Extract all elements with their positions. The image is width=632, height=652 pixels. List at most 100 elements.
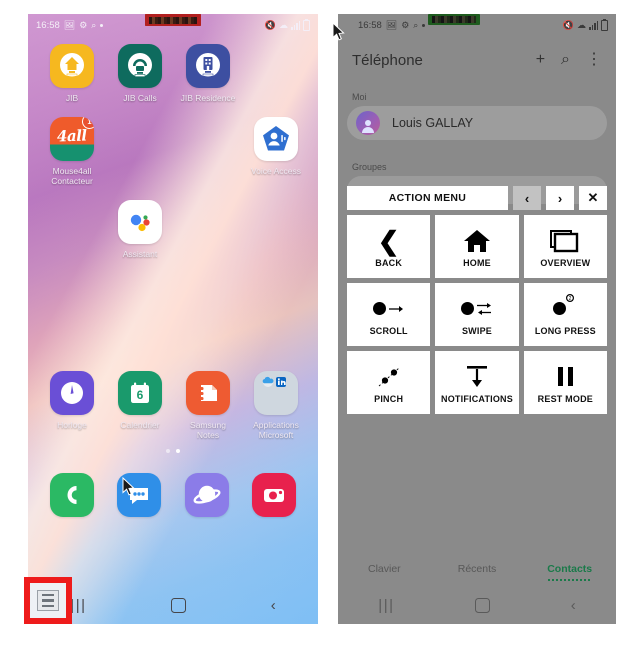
long-press-dot-icon: 2 (553, 293, 577, 324)
action-scroll[interactable]: SCROLL (347, 283, 431, 346)
mouse4all-menu-button-highlight[interactable] (24, 577, 72, 624)
clock-icon (50, 371, 94, 415)
prev-page-button[interactable]: ‹ (513, 186, 541, 210)
scroll-dot-arrow-icon (373, 294, 404, 324)
search-button[interactable]: ⌕ (561, 52, 570, 68)
action-back[interactable]: ❮ BACK (347, 215, 431, 278)
app-jib-calls[interactable]: JIB Calls (106, 44, 174, 103)
camera-icon (252, 473, 297, 517)
app-label: Voice Access (250, 166, 302, 176)
battery-icon (601, 18, 608, 31)
tab-clavier[interactable]: Clavier (338, 563, 431, 575)
page-dot[interactable] (166, 449, 170, 453)
app-empty-slot (242, 200, 310, 259)
jib-icon (50, 44, 94, 88)
mouse4all-icon: 4all 1 (50, 117, 94, 161)
dock-messages[interactable] (106, 473, 174, 517)
internet-icon (184, 473, 229, 517)
back-icon[interactable]: ‹ (571, 597, 576, 614)
pause-icon (555, 362, 575, 392)
app-horloge[interactable]: Horloge (38, 371, 106, 440)
gear-icon: ⚙ (401, 19, 410, 30)
phone-app-header: Téléphone + ⌕ ⋮ (338, 40, 616, 80)
my-contact-row[interactable]: Louis GALLAY (347, 106, 607, 140)
action-label: PINCH (374, 393, 404, 404)
recents-icon[interactable]: ||| (378, 597, 394, 614)
dock-camera[interactable] (241, 473, 309, 517)
hamburger-menu-icon (37, 590, 59, 611)
close-menu-button[interactable]: ✕ (579, 186, 607, 210)
action-label: BACK (375, 257, 403, 268)
action-long-press[interactable]: 2 LONG PRESS (523, 283, 607, 346)
tab-contacts[interactable]: Contacts (523, 563, 616, 575)
right-phone-screen: 16:58 🖼 ⚙ ⌕ 🔇 ☁ Téléphone + ⌕ ⋮ Moi Loui… (338, 14, 616, 624)
gallery-icon: 🖼 (385, 19, 398, 30)
dock-row (28, 473, 318, 517)
status-time: 16:58 (358, 19, 382, 31)
status-time: 16:58 (36, 19, 60, 31)
notification-badge: 1 (82, 117, 94, 129)
app-label: JIB Calls (123, 93, 157, 103)
phone-icon (49, 473, 94, 517)
app-label: JIB (65, 93, 79, 103)
action-menu-toolbar: ACTION MENU ‹ › ✕ (347, 186, 607, 210)
app-assistant[interactable]: Assistant (106, 200, 174, 259)
app-voice-access[interactable]: Voice Access (242, 117, 310, 186)
page-dot-active[interactable] (176, 449, 180, 453)
action-notifications[interactable]: NOTIFICATIONS (435, 351, 519, 414)
action-menu-title: ACTION MENU (347, 186, 508, 210)
app-microsoft-folder[interactable]: Applications Microsoft (242, 371, 310, 440)
dot-icon (422, 23, 426, 27)
section-label-groups: Groupes (352, 162, 387, 172)
app-grid: JIB JIB Calls JIB Residence 4all 1 Mouse… (28, 44, 318, 517)
app-row-2: 4all 1 Mouse4all Contacteur Voice Access (28, 117, 318, 186)
home-icon (463, 226, 491, 256)
app-empty-slot (174, 200, 242, 259)
app-calendrier[interactable]: 6 Calendrier (106, 371, 174, 440)
app-samsung-notes[interactable]: Samsung Notes (174, 371, 242, 440)
back-icon[interactable]: ‹ (271, 597, 276, 614)
app-empty-slot (174, 117, 242, 186)
app-empty-slot (106, 117, 174, 186)
action-swipe[interactable]: SWIPE (435, 283, 519, 346)
action-overview[interactable]: OVERVIEW (523, 215, 607, 278)
recents-icon[interactable]: ||| (70, 597, 86, 614)
action-pinch[interactable]: PINCH (347, 351, 431, 414)
mouse-cursor-right (332, 21, 345, 41)
app-jib[interactable]: JIB (38, 44, 106, 103)
app-empty-slot (242, 44, 310, 103)
search-icon: ⌕ (91, 19, 97, 30)
add-contact-button[interactable]: + (536, 52, 545, 68)
dock-internet[interactable] (173, 473, 241, 517)
google-assistant-icon (118, 200, 162, 244)
app-row-4: Horloge 6 Calendrier Samsung Notes Appli… (28, 371, 318, 440)
app-label: Calendrier (120, 420, 160, 430)
page-title: Téléphone (352, 51, 423, 69)
mute-icon: 🔇 (562, 19, 574, 30)
more-options-button[interactable]: ⋮ (586, 52, 602, 68)
action-label: NOTIFICATIONS (441, 393, 513, 404)
app-mouse4all[interactable]: 4all 1 Mouse4all Contacteur (38, 117, 106, 186)
person-avatar-icon (356, 111, 380, 135)
left-phone-screen: 16:58 🖼 ⚙ ⌕ 🔇 ☁ JIB JIB Calls JIB Reside… (28, 14, 318, 624)
dot-icon (100, 23, 104, 27)
app-row-1: JIB JIB Calls JIB Residence (28, 44, 318, 103)
home-icon[interactable] (475, 597, 491, 613)
action-label: REST MODE (537, 393, 593, 404)
redaction-bar-left (145, 14, 201, 26)
gallery-icon: 🖼 (63, 19, 76, 30)
app-label: Applications Microsoft (253, 420, 299, 440)
signal-icon (291, 20, 300, 30)
dock-phone[interactable] (38, 473, 106, 517)
next-page-button[interactable]: › (546, 186, 574, 210)
home-icon[interactable] (171, 597, 187, 613)
action-home[interactable]: HOME (435, 215, 519, 278)
mouse-cursor-left (122, 476, 135, 496)
app-jib-residence[interactable]: JIB Residence (174, 44, 242, 103)
action-label: LONG PRESS (534, 325, 596, 336)
app-row-3: Assistant (28, 200, 318, 259)
action-rest-mode[interactable]: REST MODE (523, 351, 607, 414)
app-label: JIB Residence (180, 93, 236, 103)
tab-recents[interactable]: Récents (431, 563, 524, 575)
section-label-me: Moi (352, 92, 367, 102)
